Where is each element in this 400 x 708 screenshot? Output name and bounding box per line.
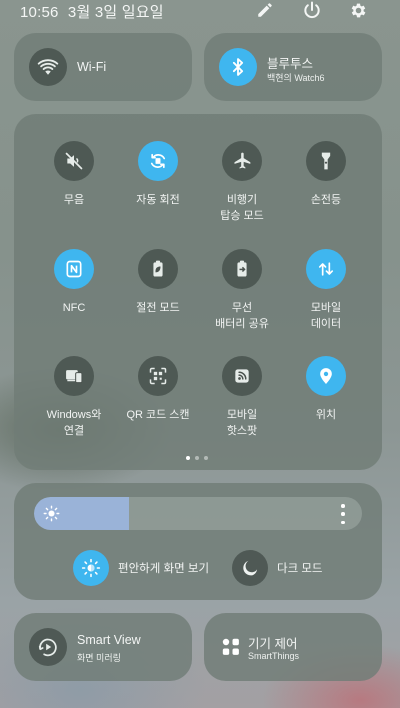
date-text: 3월 3일 일요일 [67,4,164,21]
nfc-icon [54,249,94,289]
eye-comfort-label: 편안하게 화면 보기 [118,563,210,575]
power-icon[interactable] [300,0,324,20]
page-dot-2 [195,456,199,460]
wifi-icon [29,48,67,86]
quick-toggle-nfc[interactable]: NFC [27,249,121,355]
quick-toggle-label: 무선 배터리 공유 [215,302,269,330]
device-control-tile[interactable]: 기기 제어 SmartThings [204,613,382,681]
wireless-battery-share-icon [222,249,262,289]
eye-comfort-button[interactable]: 편안하게 화면 보기 [73,550,209,586]
more-vertical-icon[interactable] [336,504,350,524]
quick-toggle-label: 절전 모드 [136,302,180,314]
quick-toggle-label: Windows와 연결 [46,409,102,437]
auto-rotate-icon [138,141,178,181]
quick-toggle-qr-scan[interactable]: QR 코드 스캔 [111,356,205,462]
quick-toggle-battery-saver[interactable]: 절전 모드 [111,249,205,355]
smart-view-icon [29,628,67,666]
device-control-icon [222,638,240,656]
bluetooth-device-name: 백현의 Watch6 [267,73,325,83]
battery-saver-icon [138,249,178,289]
eye-comfort-icon [73,550,109,586]
qr-scan-icon [138,356,178,396]
status-bar: 10:56 3월 3일 일요일 [0,0,400,28]
edit-icon[interactable] [253,0,277,20]
page-dot-3 [204,456,208,460]
quick-toggle-mobile-data[interactable]: 모바일 데이터 [279,249,373,355]
quick-toggle-hotspot[interactable]: 모바일 핫스팟 [195,356,289,462]
dark-mode-label: 다크 모드 [277,563,323,575]
location-icon [306,356,346,396]
clock-time: 10:56 [20,4,59,21]
smart-view-title: Smart View [77,633,141,647]
quick-toggle-link-to-windows[interactable]: Windows와 연결 [27,356,121,462]
settings-icon[interactable] [346,0,370,20]
bluetooth-tile[interactable]: 블루투스 백현의 Watch6 [204,33,382,101]
brightness-icon [43,505,60,527]
quick-toggle-label: 모바일 핫스팟 [226,409,258,437]
quick-toggle-label: QR 코드 스캔 [126,409,190,421]
mute-icon [54,141,94,181]
bluetooth-icon [219,48,257,86]
quick-toggle-label: 자동 회전 [136,194,180,206]
moon-icon [232,550,268,586]
link-to-windows-icon [54,356,94,396]
device-control-subtitle: SmartThings [248,651,300,661]
page-dot-1 [186,456,190,460]
brightness-slider[interactable] [34,497,362,530]
quick-toggle-mute[interactable]: 무음 [27,141,121,247]
dark-mode-button[interactable]: 다크 모드 [232,550,323,586]
status-time-date: 10:56 3월 3일 일요일 [20,1,164,22]
quick-toggle-flashlight[interactable]: 손전등 [279,141,373,247]
quick-toggle-label: 손전등 [310,194,342,206]
airplane-icon [222,141,262,181]
quick-toggle-label: 무음 [63,194,85,206]
quick-toggle-wireless-battery-share[interactable]: 무선 배터리 공유 [195,249,289,355]
wifi-label: Wi-Fi [77,60,107,74]
quick-toggle-label: NFC [62,302,86,314]
page-indicator [186,456,216,462]
quick-toggle-label: 모바일 데이터 [310,302,342,330]
quick-toggle-airplane[interactable]: 비행기 탑승 모드 [195,141,289,247]
mobile-data-icon [306,249,346,289]
hotspot-icon [222,356,262,396]
quick-toggle-label: 위치 [315,409,337,421]
device-control-title: 기기 제어 [248,637,298,651]
smart-view-tile[interactable]: Smart View 화면 미러링 [14,613,192,681]
quick-toggle-auto-rotate[interactable]: 자동 회전 [111,141,205,247]
smart-view-subtitle: 화면 미러링 [77,653,121,663]
wifi-tile[interactable]: Wi-Fi [14,33,192,101]
quick-toggle-location[interactable]: 위치 [279,356,373,462]
flashlight-icon [306,141,346,181]
bluetooth-label: 블루투스 [267,57,314,71]
quick-toggle-label: 비행기 탑승 모드 [220,194,264,222]
